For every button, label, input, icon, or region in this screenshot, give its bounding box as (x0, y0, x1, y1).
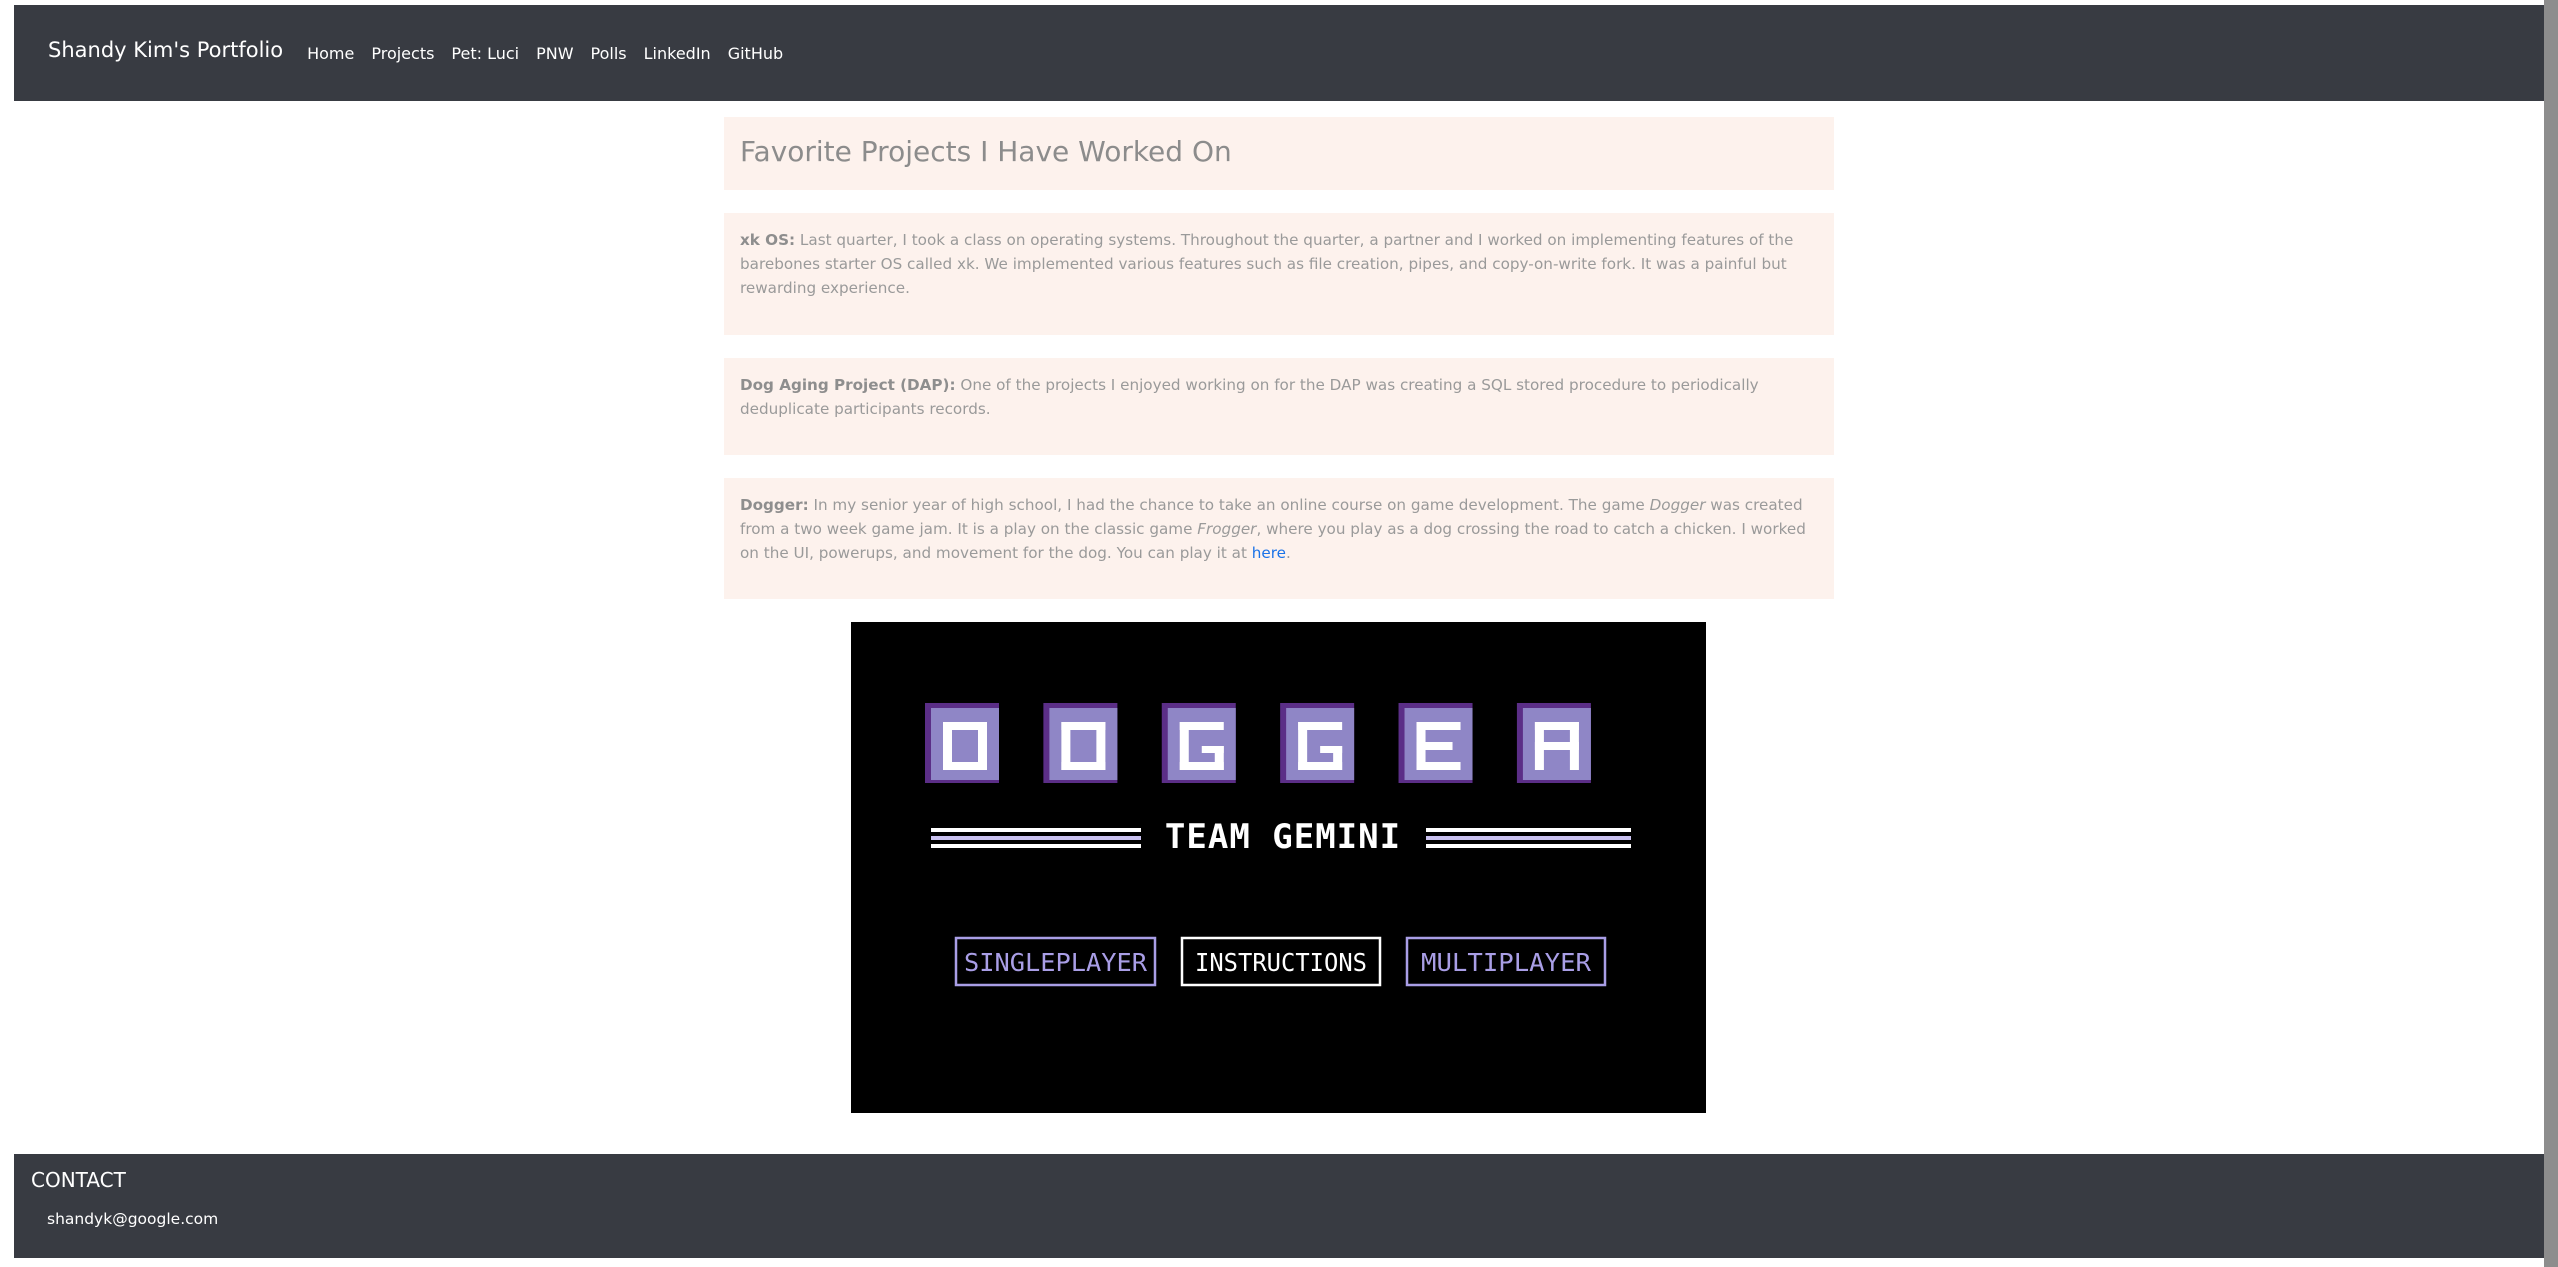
scrollbar-track[interactable] (2544, 0, 2558, 1267)
logo-letter-g (1280, 703, 1355, 783)
game-name-dogger: Dogger (1649, 496, 1706, 514)
logo-letter-o (1043, 703, 1118, 783)
footer-contact-heading: CONTACT (31, 1168, 126, 1192)
logo-letter-e (1398, 703, 1473, 783)
brand-link[interactable]: Shandy Kim's Portfolio (48, 38, 283, 62)
nav-link-pet-luci[interactable]: Pet: Luci (451, 44, 519, 63)
logo-letter-g (1161, 703, 1236, 783)
project-description: Last quarter, I took a class on operatin… (740, 231, 1794, 297)
subtitle-stripes-right (1426, 828, 1631, 848)
scrollbar-thumb[interactable] (2544, 0, 2558, 1267)
top-navbar: Shandy Kim's Portfolio Home Projects Pet… (14, 5, 2544, 101)
multiplayer-label: MULTIPLAYER (1421, 948, 1592, 977)
nav-link-github[interactable]: GitHub (728, 44, 783, 63)
singleplayer-label: SINGLEPLAYER (964, 948, 1148, 977)
subtitle-stripes-left (931, 828, 1141, 848)
subtitle-team-gemini: TEAM GEMINI (1165, 817, 1401, 857)
page-title: Favorite Projects I Have Worked On (740, 135, 1232, 168)
project-card-xk: xk OS: Last quarter, I took a class on o… (724, 213, 1834, 335)
nav-link-home[interactable]: Home (307, 44, 354, 63)
logo-letter-d (925, 703, 999, 783)
instructions-label: INSTRUCTIONS (1195, 948, 1367, 977)
project-card-dogger: Dogger: In my senior year of high school… (724, 478, 1834, 599)
main-content: Favorite Projects I Have Worked On xk OS… (724, 117, 1834, 599)
nav-link-pnw[interactable]: PNW (536, 44, 573, 63)
dogger-title-screen-svg: TEAM GEMINI SINGLEPLAYER INSTRUCTIONS MU… (851, 622, 1706, 1113)
footer: CONTACT shandyk@google.com (14, 1154, 2544, 1258)
project-description-part: . (1286, 544, 1291, 562)
nav-links: Home Projects Pet: Luci PNW Polls Linked… (307, 44, 800, 63)
nav-link-linkedin[interactable]: LinkedIn (644, 44, 711, 63)
title-card: Favorite Projects I Have Worked On (724, 117, 1834, 190)
project-description-part: In my senior year of high school, I had … (808, 496, 1650, 514)
footer-email: shandyk@google.com (47, 1210, 219, 1228)
game-name-frogger: Frogger (1197, 520, 1257, 538)
dogger-title-screen-image: TEAM GEMINI SINGLEPLAYER INSTRUCTIONS MU… (851, 622, 1706, 1113)
nav-link-polls[interactable]: Polls (591, 44, 627, 63)
project-name: xk OS: (740, 231, 796, 249)
logo-letter-r (1516, 703, 1591, 783)
project-name: Dog Aging Project (DAP): (740, 376, 956, 394)
play-dogger-link[interactable]: here (1252, 544, 1286, 562)
page: Shandy Kim's Portfolio Home Projects Pet… (0, 0, 2558, 1267)
project-name: Dogger: (740, 496, 809, 514)
nav-link-projects[interactable]: Projects (371, 44, 434, 63)
project-card-dap: Dog Aging Project (DAP): One of the proj… (724, 358, 1834, 455)
